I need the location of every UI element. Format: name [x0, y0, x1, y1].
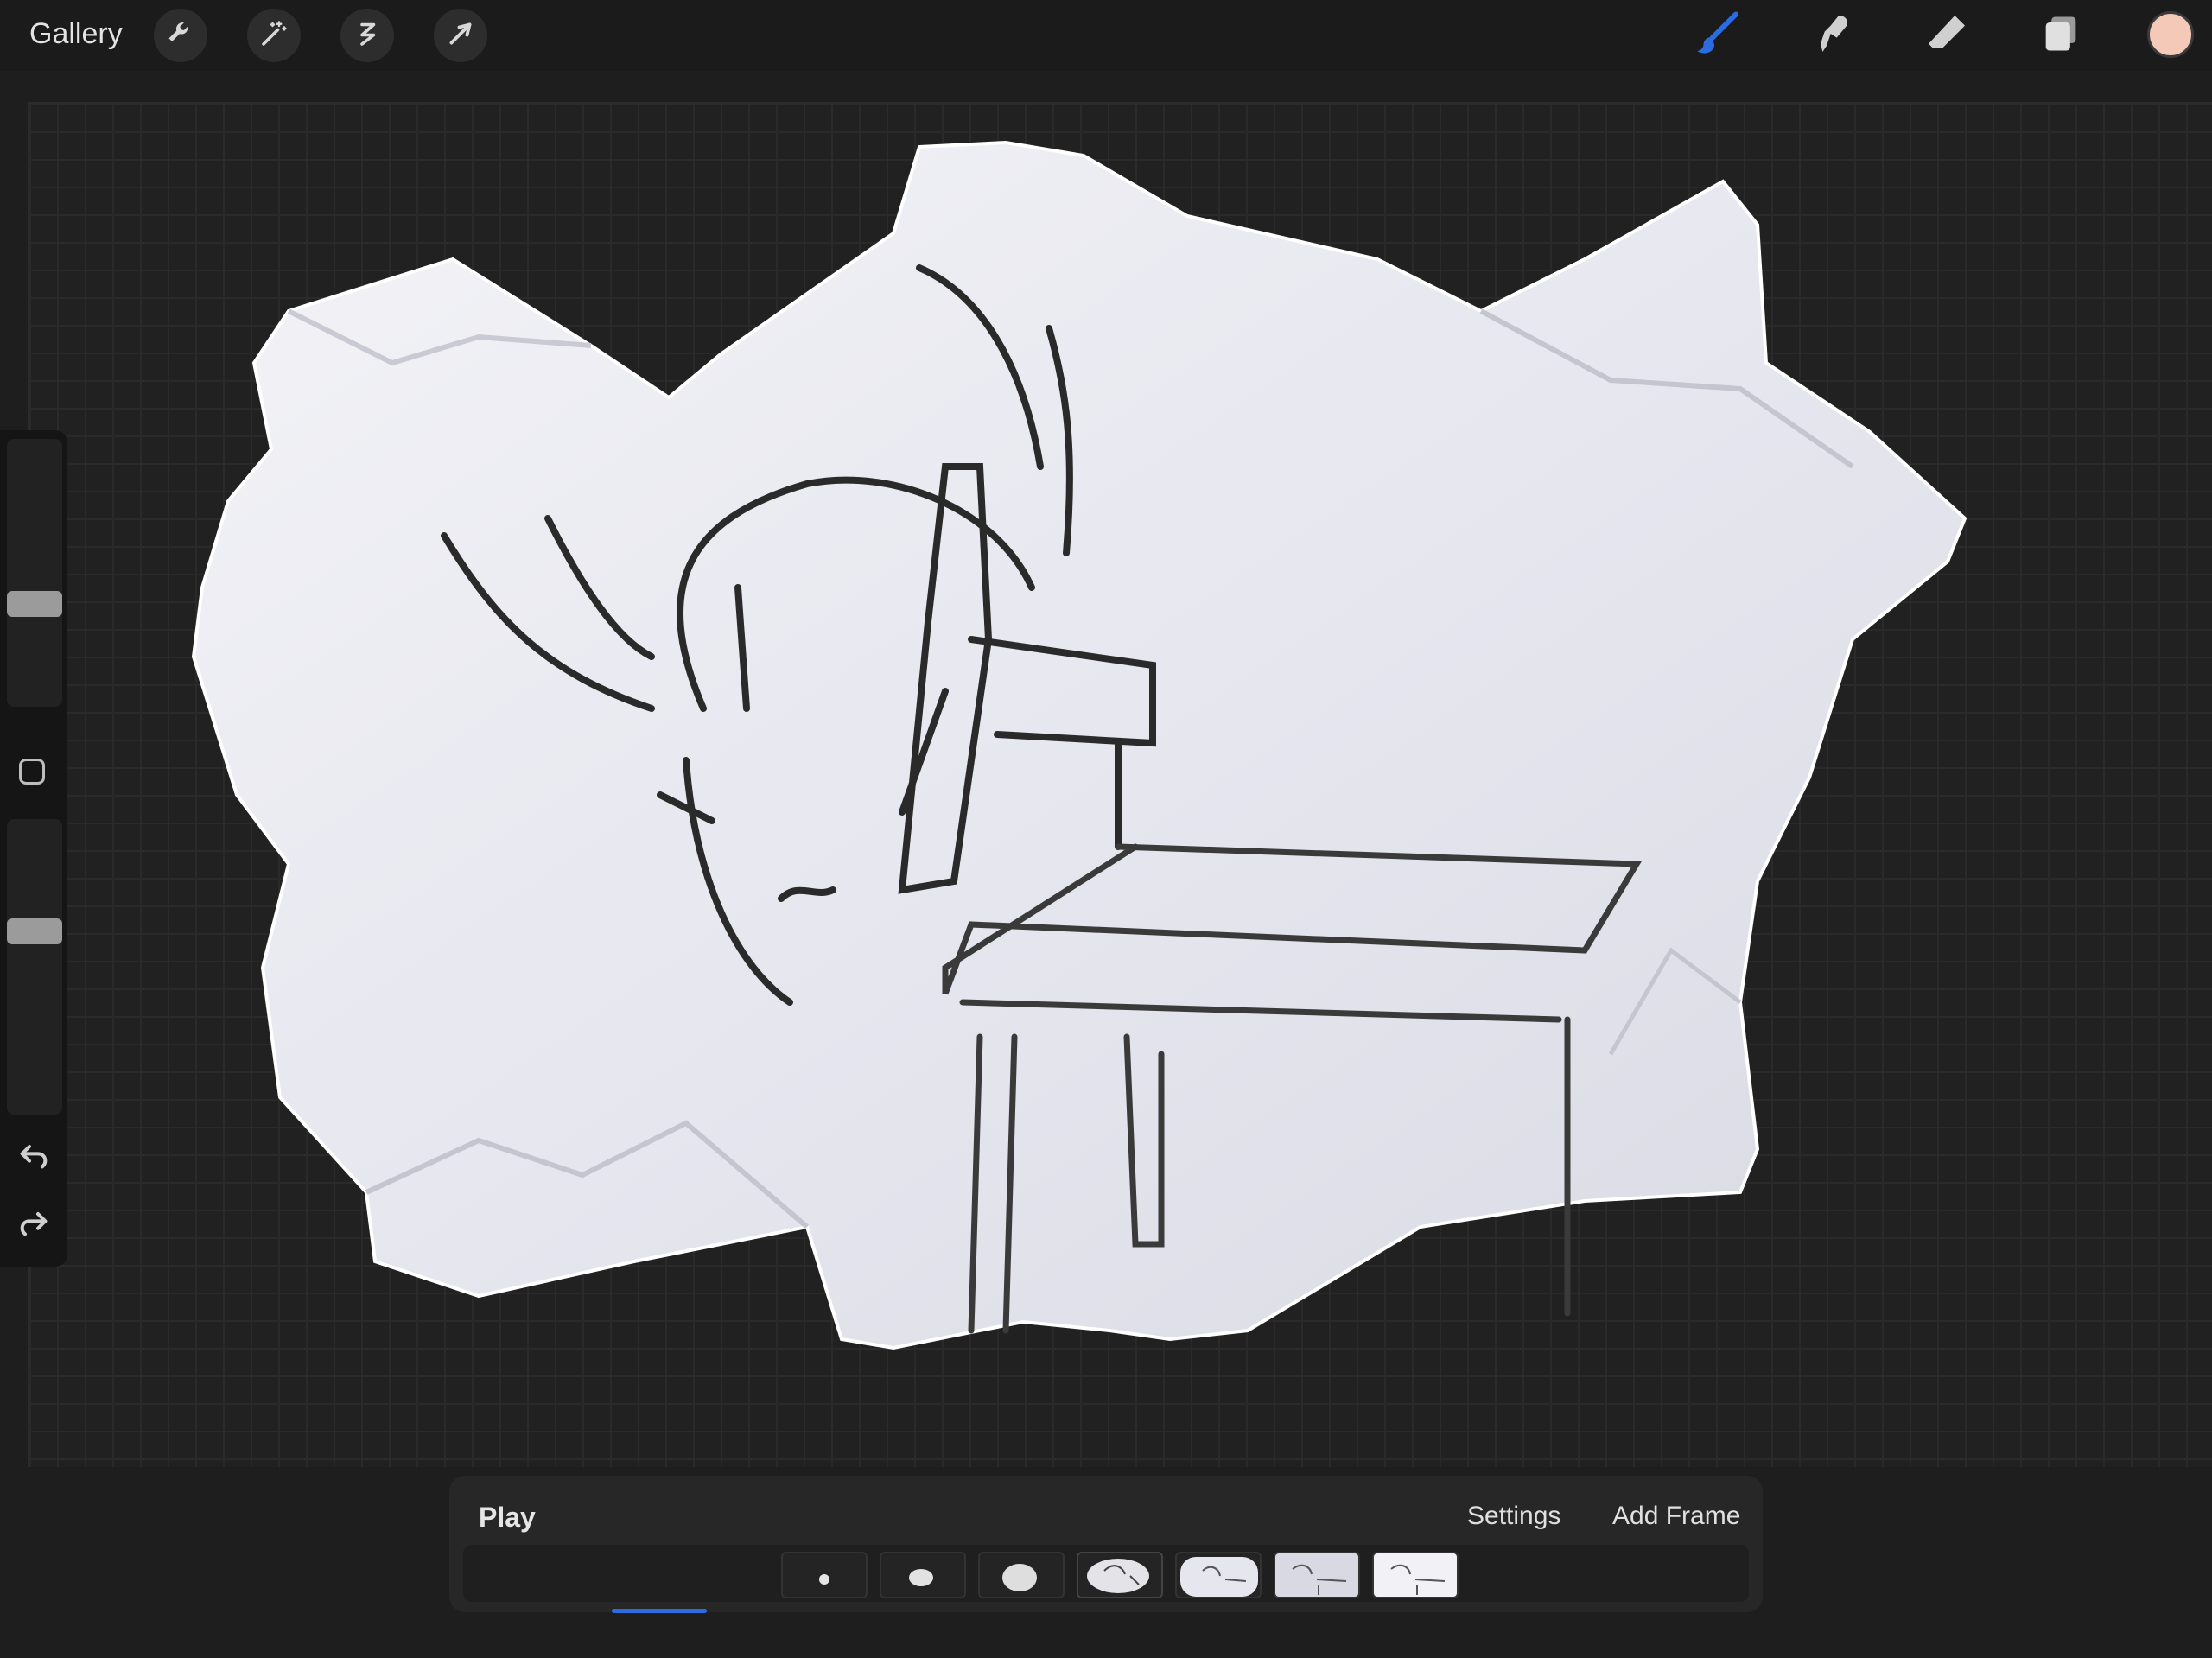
- play-button[interactable]: Play: [479, 1502, 536, 1534]
- smudge-icon: [1808, 10, 1857, 62]
- layers-icon: [2038, 11, 2083, 60]
- animation-timeline: Play Settings Add Frame: [449, 1476, 1763, 1612]
- top-toolbar: Gallery: [0, 0, 2212, 71]
- brush-size-slider[interactable]: [7, 439, 62, 707]
- frame-thumbnail[interactable]: [781, 1552, 868, 1598]
- selected-frame-indicator: [612, 1609, 707, 1613]
- brush-size-slider-handle[interactable]: [7, 591, 62, 617]
- undo-icon: [16, 1138, 51, 1177]
- drawing-canvas[interactable]: [28, 102, 2212, 1467]
- transform-arrow-icon: [445, 18, 476, 54]
- add-frame-button[interactable]: Add Frame: [1612, 1502, 1740, 1531]
- frame-thumbnail[interactable]: [978, 1552, 1065, 1598]
- undo-button[interactable]: [16, 1139, 52, 1175]
- left-sidebar: [0, 430, 67, 1267]
- wrench-icon: [165, 18, 196, 54]
- frame-thumbnail[interactable]: [1372, 1552, 1459, 1598]
- color-picker-button[interactable]: [2147, 11, 2194, 58]
- frame-thumbnail[interactable]: [1274, 1552, 1360, 1598]
- eraser-icon: [1923, 10, 1971, 62]
- selection-icon: [352, 18, 383, 54]
- frame-thumbnail[interactable]: [880, 1552, 966, 1598]
- crumpled-paper-artwork: [191, 140, 1967, 1350]
- brush-icon: [1693, 8, 1745, 64]
- layers-button[interactable]: [2031, 5, 2091, 66]
- frame-strip[interactable]: [463, 1545, 1749, 1602]
- actions-button[interactable]: [154, 9, 207, 62]
- eyedropper-square-button[interactable]: [19, 759, 45, 785]
- selection-button[interactable]: [340, 9, 394, 62]
- redo-button[interactable]: [16, 1206, 52, 1242]
- adjustments-button[interactable]: [247, 9, 301, 62]
- redo-icon: [16, 1205, 51, 1244]
- frame-thumbnail[interactable]: [1175, 1552, 1262, 1598]
- magic-wand-icon: [258, 18, 289, 54]
- smudge-tool-button[interactable]: [1802, 5, 1863, 66]
- paint-tool-button[interactable]: [1688, 5, 1749, 66]
- gallery-button[interactable]: Gallery: [29, 17, 123, 51]
- frame-thumbnail-selected[interactable]: [1077, 1552, 1163, 1598]
- timeline-settings-button[interactable]: Settings: [1467, 1502, 1560, 1531]
- opacity-slider[interactable]: [7, 819, 62, 1115]
- transform-button[interactable]: [434, 9, 487, 62]
- opacity-slider-handle[interactable]: [7, 918, 62, 944]
- eraser-tool-button[interactable]: [1916, 5, 1977, 66]
